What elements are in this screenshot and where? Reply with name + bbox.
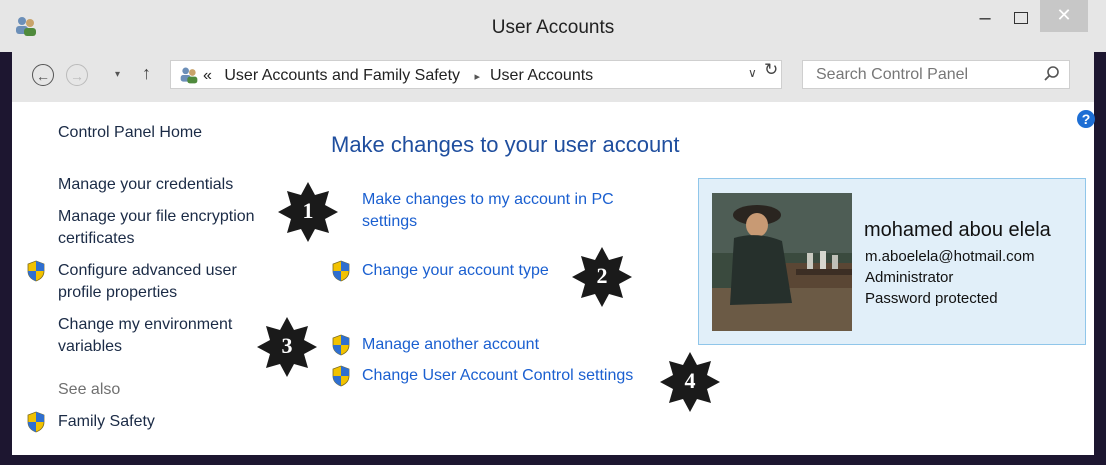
uac-shield-icon bbox=[332, 334, 350, 356]
breadcrumb: « User Accounts and Family Safety ▸ User … bbox=[203, 67, 593, 85]
breadcrumb-overflow[interactable]: « bbox=[203, 67, 212, 84]
make-changes-pc-settings-link[interactable]: Make changes to my account in PC setting… bbox=[362, 189, 614, 233]
breadcrumb-separator-icon[interactable]: ▸ bbox=[474, 71, 480, 83]
annotation-number: 1 bbox=[302, 198, 314, 223]
navigation-bar: ← → ▾ ↑ « User Accounts and Family Safet… bbox=[12, 52, 1094, 102]
content-pane: ? Control Panel Home Manage your credent… bbox=[12, 102, 1095, 455]
change-account-type-link[interactable]: Change your account type bbox=[362, 260, 549, 282]
link-line-2: profile properties bbox=[58, 284, 178, 301]
configure-advanced-user-profile-link[interactable]: Configure advanced user profile properti… bbox=[58, 260, 237, 304]
account-role: Administrator bbox=[865, 269, 954, 286]
account-card: mohamed abou elela m.aboelela@hotmail.co… bbox=[698, 178, 1086, 345]
annotation-number: 2 bbox=[596, 263, 608, 288]
manage-another-account-link[interactable]: Manage another account bbox=[362, 334, 539, 356]
minimize-button[interactable]: – bbox=[966, 8, 1004, 42]
back-button[interactable]: ← bbox=[32, 64, 54, 86]
search-box[interactable] bbox=[802, 60, 1070, 89]
link-line-1: Configure advanced user bbox=[58, 262, 237, 279]
title-bar[interactable]: User Accounts – ✕ bbox=[0, 0, 1106, 52]
account-password-status: Password protected bbox=[865, 290, 998, 307]
change-environment-variables-link[interactable]: Change my environment variables bbox=[58, 314, 232, 358]
annotation-badge-3: 3 bbox=[257, 317, 317, 377]
search-input[interactable] bbox=[814, 65, 1038, 85]
change-uac-settings-link[interactable]: Change User Account Control settings bbox=[362, 365, 633, 387]
help-icon[interactable]: ? bbox=[1077, 110, 1095, 128]
address-history-dropdown[interactable]: ∨ bbox=[748, 66, 757, 80]
manage-file-encryption-link[interactable]: Manage your file encryption certificates bbox=[58, 206, 255, 250]
family-safety-link[interactable]: Family Safety bbox=[58, 411, 155, 433]
link-line-1: Manage your file encryption bbox=[58, 208, 255, 225]
see-also-heading: See also bbox=[58, 381, 121, 398]
annotation-badge-1: 1 bbox=[278, 182, 338, 242]
account-name: mohamed abou elela bbox=[864, 219, 1051, 241]
uac-shield-icon bbox=[332, 260, 350, 282]
refresh-button[interactable]: ↻ bbox=[764, 60, 778, 80]
recent-locations-button[interactable]: ▾ bbox=[115, 69, 120, 80]
link-line-1: Change my environment bbox=[58, 316, 233, 333]
annotation-badge-4: 4 bbox=[660, 352, 720, 412]
avatar[interactable] bbox=[712, 193, 852, 331]
user-accounts-location-icon bbox=[180, 67, 198, 84]
address-bar[interactable]: « User Accounts and Family Safety ▸ User … bbox=[170, 60, 782, 89]
uac-shield-icon bbox=[27, 260, 45, 282]
manage-credentials-link[interactable]: Manage your credentials bbox=[58, 174, 233, 196]
annotation-badge-2: 2 bbox=[572, 247, 632, 307]
search-icon[interactable] bbox=[1043, 65, 1061, 83]
control-panel-home-link[interactable]: Control Panel Home bbox=[58, 122, 202, 144]
breadcrumb-user-accounts[interactable]: User Accounts bbox=[490, 67, 593, 84]
up-button[interactable]: ↑ bbox=[142, 63, 151, 84]
annotation-number: 3 bbox=[281, 333, 293, 358]
page-title: Make changes to your user account bbox=[331, 132, 680, 157]
uac-shield-icon bbox=[332, 365, 350, 387]
annotation-number: 4 bbox=[684, 368, 696, 393]
uac-shield-icon bbox=[27, 411, 45, 433]
link-line-2: variables bbox=[58, 338, 123, 355]
breadcrumb-user-accounts-family-safety[interactable]: User Accounts and Family Safety bbox=[224, 67, 460, 84]
link-line-2: certificates bbox=[58, 230, 135, 247]
maximize-button[interactable] bbox=[1000, 0, 1038, 34]
close-button[interactable]: ✕ bbox=[1040, 0, 1088, 32]
user-accounts-window: User Accounts – ✕ ← → ▾ ↑ « User Account… bbox=[0, 0, 1106, 465]
window-title: User Accounts bbox=[491, 17, 615, 38]
forward-button[interactable]: → bbox=[66, 64, 88, 86]
maximize-icon bbox=[1014, 12, 1028, 24]
link-line-2: settings bbox=[362, 213, 418, 230]
link-line-1: Make changes to my account in PC bbox=[362, 191, 614, 208]
account-email: m.aboelela@hotmail.com bbox=[865, 248, 1035, 265]
